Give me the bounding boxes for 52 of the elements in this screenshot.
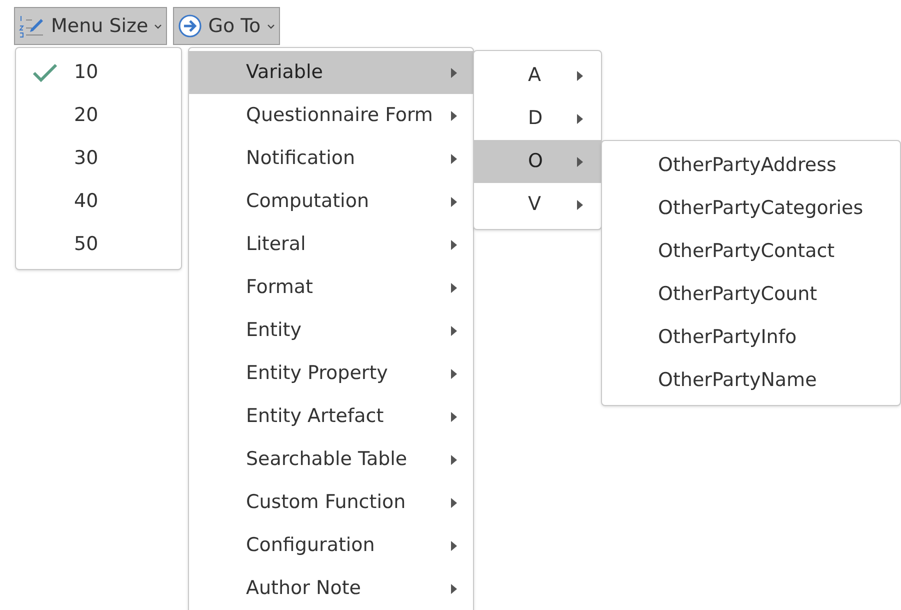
toolbar-dropdown-button[interactable]: Menu Size — [14, 7, 168, 45]
menu-item[interactable]: 10 — [16, 51, 181, 94]
submenu-arrow-icon — [451, 240, 457, 250]
submenu-arrow-icon — [451, 540, 457, 550]
menu-item[interactable]: Format — [189, 266, 473, 309]
submenu-arrow-icon — [451, 498, 457, 508]
menu-item[interactable]: 20 — [16, 94, 181, 137]
submenu-arrow-icon — [577, 114, 583, 124]
submenu-arrow-icon — [451, 154, 457, 164]
numbered-list-pencil-icon — [19, 14, 45, 38]
menu-item[interactable]: OtherPartyCount — [602, 273, 900, 316]
submenu-arrow-icon — [577, 70, 583, 80]
menu-item[interactable]: Questionnaire Form — [189, 94, 473, 137]
menu-item[interactable]: Variable — [189, 51, 473, 94]
submenu-arrow-icon — [451, 584, 457, 594]
menu-item[interactable]: Entity Artefact — [189, 395, 473, 438]
chevron-down-icon — [154, 24, 162, 28]
submenu-arrow-icon — [451, 326, 457, 336]
menu-item[interactable]: Entity — [189, 309, 473, 352]
menu-item[interactable]: Configuration — [189, 524, 473, 567]
submenu-arrow-icon — [451, 282, 457, 292]
menu-item[interactable]: Author Note — [189, 567, 473, 610]
menu-item[interactable]: OtherPartyName — [602, 359, 900, 402]
menu-item[interactable]: OtherPartyAddress — [602, 144, 900, 187]
menu-item[interactable]: O — [474, 140, 601, 183]
menu-item[interactable]: Notification — [189, 137, 473, 180]
menu-item[interactable]: Entity Property — [189, 352, 473, 395]
menu-item[interactable]: A — [474, 54, 601, 97]
checkmark-icon — [32, 62, 58, 82]
submenu-arrow-icon — [451, 368, 457, 378]
submenu-arrow-icon — [577, 156, 583, 166]
menu-item[interactable]: OtherPartyContact — [602, 230, 900, 273]
menu-item[interactable]: Computation — [189, 180, 473, 223]
submenu-arrow-icon — [451, 196, 457, 206]
menu-item[interactable]: D — [474, 97, 601, 140]
menu-item[interactable]: Searchable Table — [189, 438, 473, 481]
menu-item[interactable]: V — [474, 183, 601, 226]
submenu-arrow-icon — [451, 68, 457, 78]
menu-item[interactable]: OtherPartyCategories — [602, 187, 900, 230]
menu-item[interactable]: OtherPartyInfo — [602, 316, 900, 359]
submenu-arrow-icon — [451, 454, 457, 464]
menu-item[interactable]: Literal — [189, 223, 473, 266]
submenu-arrow-icon — [577, 200, 583, 210]
chevron-down-icon — [266, 24, 275, 28]
menu-item[interactable]: 40 — [16, 180, 181, 223]
arrow-circle-icon — [178, 14, 202, 38]
menu-item[interactable]: 30 — [16, 137, 181, 180]
toolbar-dropdown-button[interactable]: Go To — [173, 7, 280, 45]
menu-item[interactable]: Custom Function — [189, 481, 473, 524]
submenu-arrow-icon — [451, 412, 457, 422]
submenu-arrow-icon — [451, 110, 457, 120]
menu-item[interactable]: 50 — [16, 223, 181, 266]
